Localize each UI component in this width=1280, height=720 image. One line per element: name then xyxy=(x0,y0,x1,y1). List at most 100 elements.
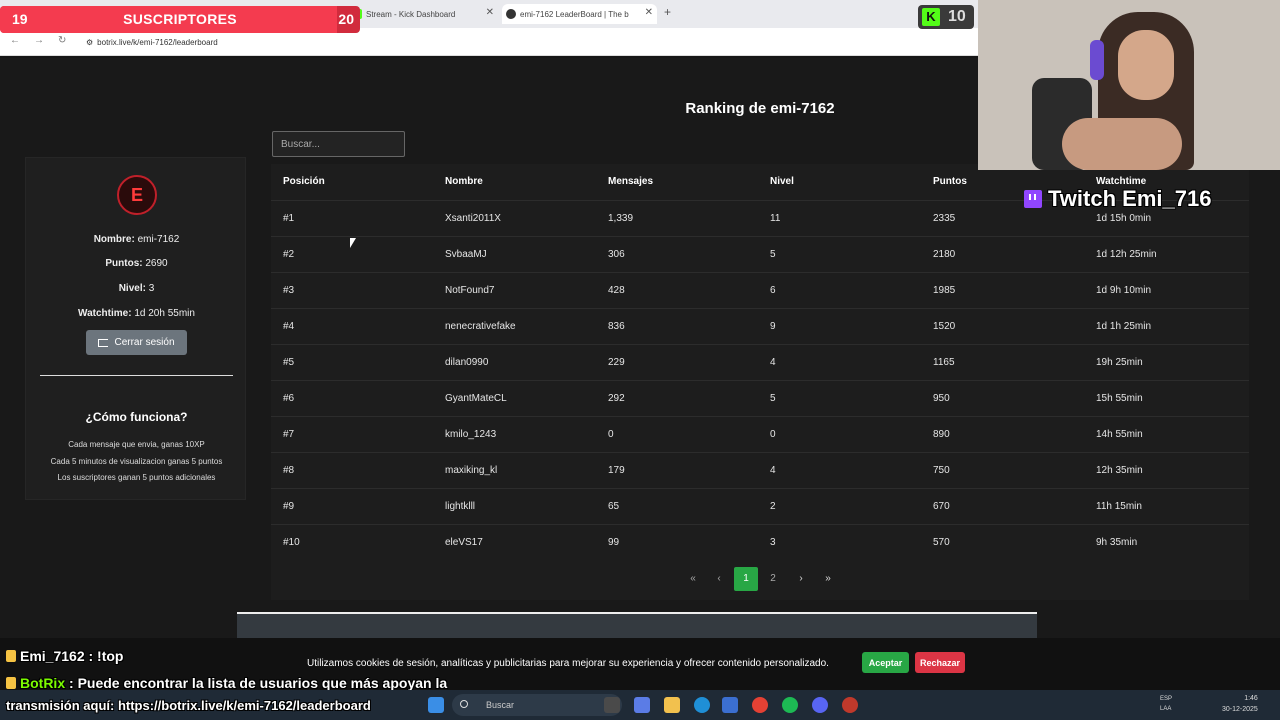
col-points[interactable]: Puntos xyxy=(933,164,967,200)
windows-start-icon[interactable] xyxy=(428,697,444,713)
cell-position: #8 xyxy=(283,465,295,476)
cell-messages: 65 xyxy=(608,501,620,512)
cell-name[interactable]: maxiking_kl xyxy=(445,453,497,489)
cell-messages: 179 xyxy=(608,465,625,476)
search-input[interactable] xyxy=(272,131,405,157)
cell-level: 5 xyxy=(770,249,776,260)
cell-name[interactable]: dilan0990 xyxy=(445,345,488,381)
tab-leaderboard[interactable]: emi-7162 LeaderBoard | The b ✕ xyxy=(502,4,657,24)
cell-name[interactable]: kmilo_1243 xyxy=(445,417,496,453)
profile-name: Nombre: emi-7162 xyxy=(26,234,247,245)
avatar: E xyxy=(117,175,157,215)
page-2-button[interactable]: 2 xyxy=(765,567,781,591)
spotify-icon[interactable] xyxy=(782,697,798,713)
site-info-icon[interactable]: ⚙ xyxy=(86,38,93,47)
chrome-icon[interactable] xyxy=(752,697,768,713)
logout-button[interactable]: Cerrar sesión xyxy=(86,330,187,355)
cell-position: #10 xyxy=(283,537,300,548)
cell-level: 2 xyxy=(770,501,776,512)
close-icon[interactable]: ✕ xyxy=(486,7,494,18)
webcam-face xyxy=(1118,30,1174,100)
edge-icon[interactable] xyxy=(694,697,710,713)
accept-cookies-button[interactable]: Aceptar xyxy=(862,652,909,673)
next-page-button[interactable]: › xyxy=(793,567,809,591)
cell-position: #7 xyxy=(283,429,295,440)
first-page-button[interactable]: « xyxy=(685,567,701,591)
close-icon[interactable]: ✕ xyxy=(645,7,653,18)
language-indicator[interactable]: ESP LAA xyxy=(1160,694,1172,714)
clock-time: 1:46 xyxy=(1244,695,1258,702)
cell-level: 3 xyxy=(770,537,776,548)
cell-level: 5 xyxy=(770,393,776,404)
cell-watchtime: 12h 35min xyxy=(1096,465,1143,476)
how-line: Cada 5 minutos de visualizacion ganas 5 … xyxy=(50,457,223,466)
leaderboard-table: Posición Nombre Mensajes Nivel Puntos Wa… xyxy=(271,164,1249,600)
cell-level: 4 xyxy=(770,357,776,368)
cell-points: 890 xyxy=(933,429,950,440)
cell-points: 1165 xyxy=(933,357,955,368)
discord-icon[interactable] xyxy=(812,697,828,713)
obs-icon[interactable] xyxy=(842,697,858,713)
cell-name[interactable]: Xsanti2011X xyxy=(445,201,501,237)
page-1-button[interactable]: 1 xyxy=(734,567,758,591)
store-icon[interactable] xyxy=(722,697,738,713)
kick-logo-icon: K xyxy=(922,8,940,26)
col-level[interactable]: Nivel xyxy=(770,164,794,200)
back-arrow-icon[interactable]: ← xyxy=(10,35,20,46)
profile-level-label: Nivel: xyxy=(118,283,146,294)
reject-cookies-button[interactable]: Rechazar xyxy=(915,652,965,673)
sign-out-icon xyxy=(98,338,109,347)
logout-label: Cerrar sesión xyxy=(114,337,175,348)
file-explorer-icon[interactable] xyxy=(664,697,680,713)
clock[interactable]: 1:46 30-12-2025 xyxy=(1222,693,1258,715)
cell-messages: 0 xyxy=(608,429,614,440)
profile-level-value: 3 xyxy=(148,283,155,294)
how-it-works-title: ¿Cómo funciona? xyxy=(85,410,188,424)
taskbar-search[interactable]: Buscar xyxy=(452,694,622,716)
how-line: Los suscriptores ganan 5 puntos adiciona… xyxy=(57,473,216,482)
col-name[interactable]: Nombre xyxy=(445,164,483,200)
profile-name-label: Nombre: xyxy=(93,234,135,245)
cell-name[interactable]: lightklll xyxy=(445,489,475,525)
profile-watchtime: Watchtime: 1d 20h 55min xyxy=(26,308,247,319)
copilot-icon[interactable] xyxy=(634,697,650,713)
cell-name[interactable]: GyantMateCL xyxy=(445,381,507,417)
forward-arrow-icon[interactable]: → xyxy=(34,35,44,46)
cell-position: #4 xyxy=(283,321,295,332)
headset-icon xyxy=(1090,40,1104,80)
subscriber-goal-bar: 19 SUSCRIPTORES 20 xyxy=(0,6,360,33)
cell-points: 670 xyxy=(933,501,950,512)
tab-kick-dashboard[interactable]: Stream - Kick Dashboard ✕ xyxy=(348,4,498,24)
cell-points: 1520 xyxy=(933,321,956,332)
profile-points-label: Puntos: xyxy=(105,258,143,269)
lang-code: ESP xyxy=(1160,696,1173,702)
cell-name[interactable]: nenecrativefake xyxy=(445,309,516,345)
reload-icon[interactable]: ↻ xyxy=(58,35,66,46)
cell-name[interactable]: SvbaaMJ xyxy=(445,237,487,273)
how-line: Cada mensaje que envia, ganas 10XP xyxy=(68,440,205,449)
cell-name[interactable]: NotFound7 xyxy=(445,273,494,309)
cell-watchtime: 1d 9h 10min xyxy=(1096,285,1152,296)
cell-position: #5 xyxy=(283,357,295,368)
cell-level: 0 xyxy=(770,429,776,440)
cell-watchtime: 15h 55min xyxy=(1096,393,1143,404)
col-messages[interactable]: Mensajes xyxy=(608,164,653,200)
col-position[interactable]: Posición xyxy=(283,164,325,200)
profile-level: Nivel: 3 xyxy=(26,283,247,294)
table-row: #5 dilan0990 229 4 1165 19h 25min xyxy=(271,344,1249,380)
cell-watchtime: 14h 55min xyxy=(1096,429,1143,440)
cell-level: 4 xyxy=(770,465,776,476)
profile-watch-value: 1d 20h 55min xyxy=(134,308,195,319)
prev-page-button[interactable]: ‹ xyxy=(711,567,727,591)
clock-date: 30-12-2025 xyxy=(1222,706,1258,713)
cell-points: 2180 xyxy=(933,249,956,260)
last-page-button[interactable]: » xyxy=(820,567,836,591)
subs-goal: 20 xyxy=(338,11,354,27)
task-view-icon[interactable] xyxy=(604,697,620,713)
profile-points: Puntos: 2690 xyxy=(26,258,247,269)
url-field[interactable]: ⚙ botrix.live/k/emi-7162/leaderboard xyxy=(86,35,386,49)
cell-name[interactable]: eleVS17 xyxy=(445,525,483,561)
new-tab-button[interactable]: + xyxy=(664,5,671,19)
mouse-cursor xyxy=(350,238,356,248)
chat-message-continuation: transmisión aquí: https://botrix.live/k/… xyxy=(6,698,371,713)
